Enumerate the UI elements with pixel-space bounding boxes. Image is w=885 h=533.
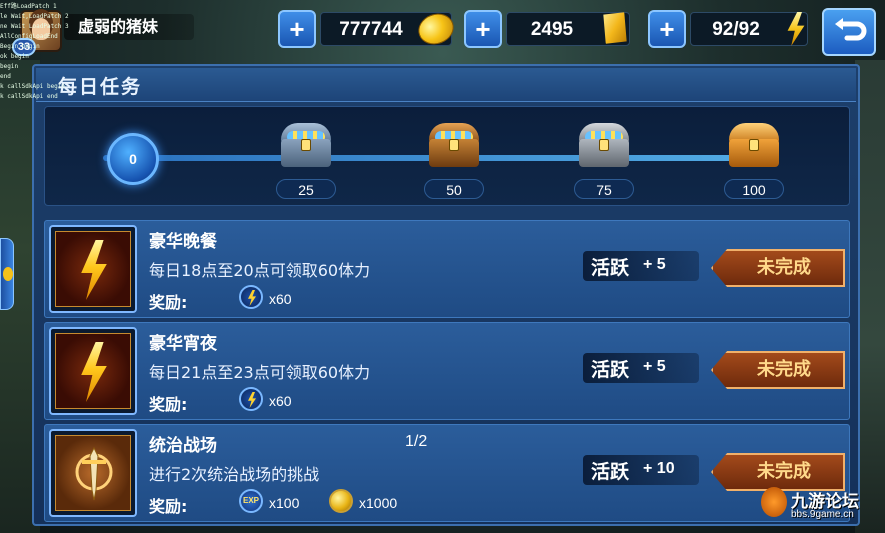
milestone-label: 100 <box>724 179 784 199</box>
task-progress: 1/2 <box>405 433 428 450</box>
reward-chest-100[interactable] <box>725 117 783 169</box>
debug-line: Eff路LoadPatch 1 <box>0 3 57 10</box>
debug-line: le Wait,LoadPatch 2 <box>0 13 69 20</box>
add-coins-button[interactable]: + <box>278 10 316 48</box>
player-name: 虚弱的猪妹 <box>64 14 194 40</box>
activity-value: + 5 <box>643 358 666 375</box>
daily-tasks-panel: 每日任务 0 25 50 75 100 豪华晚餐 每日18点至20点可领取60体… <box>32 64 860 526</box>
gems-display: + 2495 <box>464 10 636 48</box>
coins-display: + 777744 <box>278 8 459 50</box>
activity-label: 活跃 <box>591 359 630 381</box>
task-description: 进行2次统治战场的挑战 <box>149 465 320 484</box>
debug-line: end <box>0 73 11 80</box>
task-status-button[interactable]: 未完成 <box>711 249 845 287</box>
activity-label: 活跃 <box>591 461 630 483</box>
reward-quantity: x60 <box>269 291 292 307</box>
reward-quantity: x100 <box>269 495 300 511</box>
task-icon-frame <box>55 231 131 307</box>
task-name: 统治战场 <box>149 436 217 456</box>
task-name: 豪华宵夜 <box>149 334 217 354</box>
exp-icon: EXP <box>239 489 263 513</box>
activity-reward: 活跃 + 5 <box>583 251 699 281</box>
debug-line: ok begin <box>0 53 29 60</box>
chest-lock-icon <box>449 139 459 151</box>
reward-label: 奖励: <box>149 395 188 414</box>
task-status-button[interactable]: 未完成 <box>711 351 845 389</box>
current-activity-badge: 0 <box>107 133 159 185</box>
activity-label: 活跃 <box>591 257 630 279</box>
reward-chest-75[interactable] <box>575 117 633 169</box>
reward-label: 奖励: <box>149 497 188 516</box>
reward-chest-25[interactable] <box>277 117 335 169</box>
task-icon-frame <box>55 333 131 409</box>
back-arrow-icon <box>835 18 867 41</box>
reward-quantity: x1000 <box>359 495 398 511</box>
add-gems-button[interactable]: + <box>464 10 502 48</box>
activity-reward: 活跃 + 10 <box>583 455 699 485</box>
task-status-button[interactable]: 未完成 <box>711 453 845 491</box>
chest-lock-icon <box>599 139 609 151</box>
debug-line: AllConfigLoadEnd <box>0 33 58 40</box>
task-icon <box>49 327 137 415</box>
activity-reward: 活跃 + 5 <box>583 353 699 383</box>
task-description: 每日18点至20点可领取60体力 <box>149 261 371 280</box>
watermark-url: bbs.9game.cn <box>791 509 854 520</box>
watermark: 九游论坛 bbs.9game.cn <box>761 487 871 525</box>
milestone-label: 75 <box>574 179 634 199</box>
task-row: 豪华宵夜 每日21点至23点可领取60体力 奖励: x60 活跃 + 5 未完成 <box>44 322 850 420</box>
task-description: 每日21点至23点可领取60体力 <box>149 363 371 382</box>
reward-quantity: x60 <box>269 393 292 409</box>
side-tab[interactable] <box>0 238 14 310</box>
debug-line: begin <box>0 63 19 70</box>
activity-value: + 5 <box>643 256 666 273</box>
reward-chest-50[interactable] <box>425 117 483 169</box>
debug-line: ne Wait LoadPatch 3 <box>0 23 69 30</box>
debug-log: Eff路LoadPatch 1 le Wait,LoadPatch 2 ne W… <box>0 2 70 102</box>
chest-lock-icon <box>749 139 759 151</box>
battlefield-sword-icon <box>75 446 113 501</box>
panel-title-bar: 每日任务 <box>36 68 856 102</box>
panel-title: 每日任务 <box>58 76 143 98</box>
task-name: 豪华晚餐 <box>149 232 217 252</box>
debug-line: k callSdkApi begin <box>0 83 66 90</box>
task-icon <box>49 225 137 313</box>
task-icon-frame <box>55 435 131 511</box>
milestone-label: 25 <box>276 179 336 199</box>
energy-icon <box>239 285 263 309</box>
energy-icon <box>239 387 263 411</box>
energy-value: 92/92 <box>712 19 760 40</box>
lightning-icon <box>81 342 107 402</box>
activity-progress: 0 25 50 75 100 <box>44 106 850 206</box>
coin-icon <box>329 489 353 513</box>
gems-value: 2495 <box>530 19 574 40</box>
milestone-label: 50 <box>424 179 484 199</box>
coins-value: 777744 <box>339 19 403 40</box>
activity-value: + 10 <box>643 460 675 477</box>
reward-label: 奖励: <box>149 293 188 312</box>
lightning-icon <box>81 240 107 300</box>
task-row: 统治战场 1/2 进行2次统治战场的挑战 奖励: EXP x100 x1000 … <box>44 424 850 522</box>
back-button[interactable] <box>822 8 876 56</box>
watermark-logo-icon <box>761 487 787 517</box>
chest-lock-icon <box>301 139 311 151</box>
energy-display: + 92/92 <box>648 10 814 48</box>
debug-line: k callSdkApi end <box>0 93 58 100</box>
task-icon <box>49 429 137 517</box>
task-row: 豪华晚餐 每日18点至20点可领取60体力 奖励: x60 活跃 + 5 未完成 <box>44 220 850 318</box>
debug-line: Begin begin <box>0 43 40 50</box>
add-energy-button[interactable]: + <box>648 10 686 48</box>
